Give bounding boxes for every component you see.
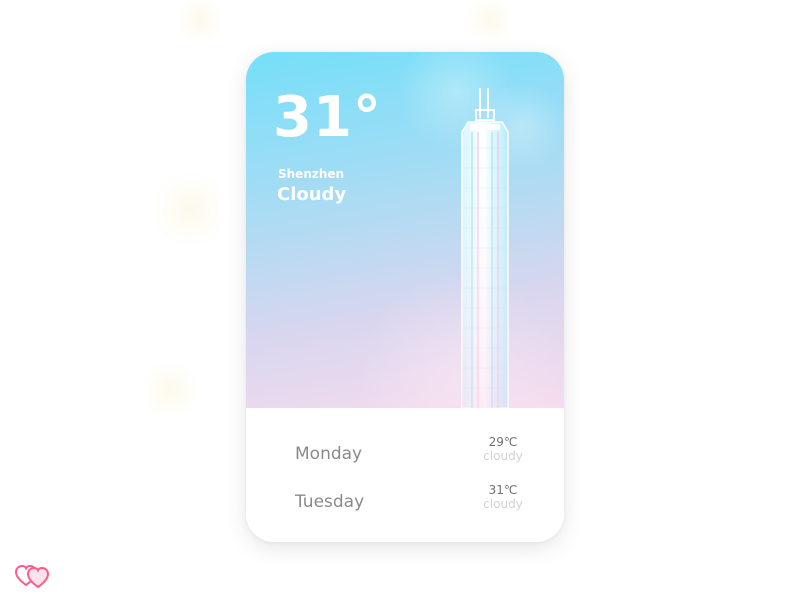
forecast-temperature: 31℃ <box>488 483 518 497</box>
current-condition: Cloudy <box>277 184 347 205</box>
background-decoration <box>460 0 520 40</box>
forecast-row[interactable]: Tuesday 31℃ cloudy <box>246 483 564 523</box>
forecast-day: Tuesday <box>295 492 365 512</box>
current-temperature: 31° <box>273 85 382 150</box>
weather-hero: 31° Shenzhen Cloudy <box>246 52 564 408</box>
background-decoration <box>150 170 230 250</box>
background-decoration <box>140 360 200 420</box>
background-decoration <box>170 0 230 40</box>
forecast-day: Monday <box>295 444 363 464</box>
skyscraper-illustration <box>461 88 509 408</box>
page: 31° Shenzhen Cloudy Monday 29℃ cloudy Tu… <box>0 0 800 600</box>
weather-card[interactable]: 31° Shenzhen Cloudy Monday 29℃ cloudy Tu… <box>246 52 564 542</box>
forecast-row[interactable]: Monday 29℃ cloudy <box>246 435 564 475</box>
city-name: Shenzhen <box>278 167 345 181</box>
double-heart-logo <box>15 564 50 589</box>
forecast-temperature: 29℃ <box>488 435 518 449</box>
forecast-list: Monday 29℃ cloudy Tuesday 31℃ cloudy <box>246 408 564 542</box>
forecast-condition: cloudy <box>483 449 523 463</box>
forecast-condition: cloudy <box>483 497 523 511</box>
